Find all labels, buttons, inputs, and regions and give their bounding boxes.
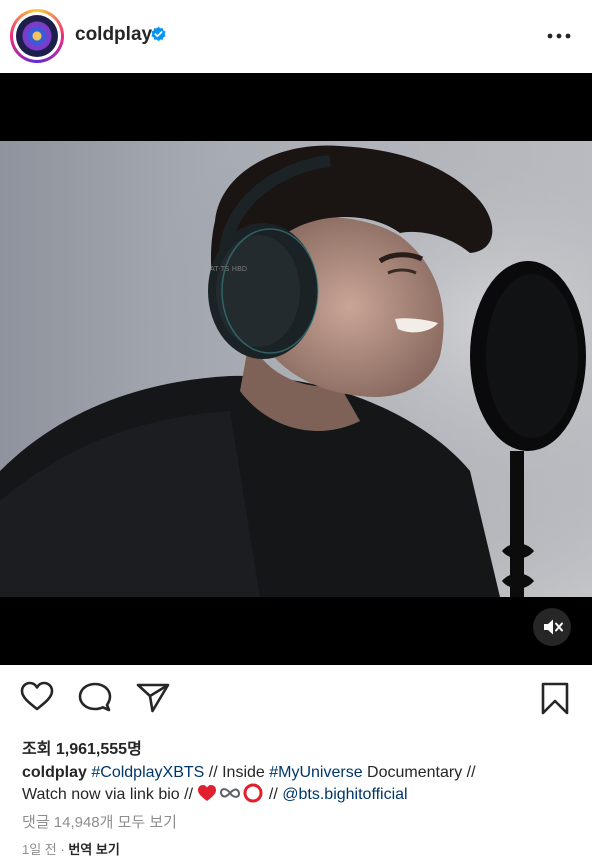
svg-text:AT·TS HBD: AT·TS HBD (210, 265, 247, 273)
avatar[interactable] (10, 9, 64, 63)
post-video[interactable]: AT·TS HBD (0, 73, 592, 665)
caption-username[interactable]: coldplay (22, 764, 87, 781)
view-all-comments-link[interactable]: 댓글 14,948개 모두 보기 (22, 811, 177, 832)
username[interactable]: coldplay (75, 24, 152, 46)
post-time: 1일 전 (22, 842, 57, 857)
verified-badge-icon (151, 26, 166, 42)
caption-text: Watch now via link bio // (22, 786, 198, 803)
more-horizontal-icon[interactable] (546, 24, 572, 48)
bookmark-icon[interactable] (540, 682, 570, 716)
separator: · (56, 842, 69, 857)
see-translation-link[interactable]: 번역 보기 (68, 842, 119, 857)
post-caption: coldplay #ColdplayXBTS // Inside #MyUniv… (22, 762, 577, 805)
view-count[interactable]: 조회 1,961,555명 (22, 735, 142, 759)
video-still: AT·TS HBD (0, 141, 592, 597)
post-header: coldplay (0, 0, 592, 72)
caption-text: Documentary // (362, 764, 476, 781)
hashtag-link[interactable]: #MyUniverse (269, 764, 362, 781)
caption-text: // (264, 786, 283, 803)
comment-bubble-icon[interactable] (78, 682, 112, 714)
action-bar (0, 680, 592, 720)
red-circle-icon (243, 783, 263, 803)
avatar-image (16, 15, 58, 57)
post-meta: 1일 전 · 번역 보기 (22, 839, 120, 858)
hashtag-link[interactable]: #ColdplayXBTS (91, 764, 204, 781)
mention-link[interactable]: @bts.bighitofficial (282, 786, 407, 803)
heart-icon[interactable] (20, 681, 54, 713)
video-frame: AT·TS HBD (0, 141, 592, 597)
mute-toggle-button[interactable] (533, 608, 571, 646)
caption-emoji (197, 783, 264, 803)
caption-text: // Inside (204, 764, 270, 781)
speaker-muted-icon (544, 619, 563, 635)
paper-plane-icon[interactable] (136, 682, 170, 714)
red-heart-icon (198, 785, 217, 801)
infinity-icon (220, 788, 241, 798)
